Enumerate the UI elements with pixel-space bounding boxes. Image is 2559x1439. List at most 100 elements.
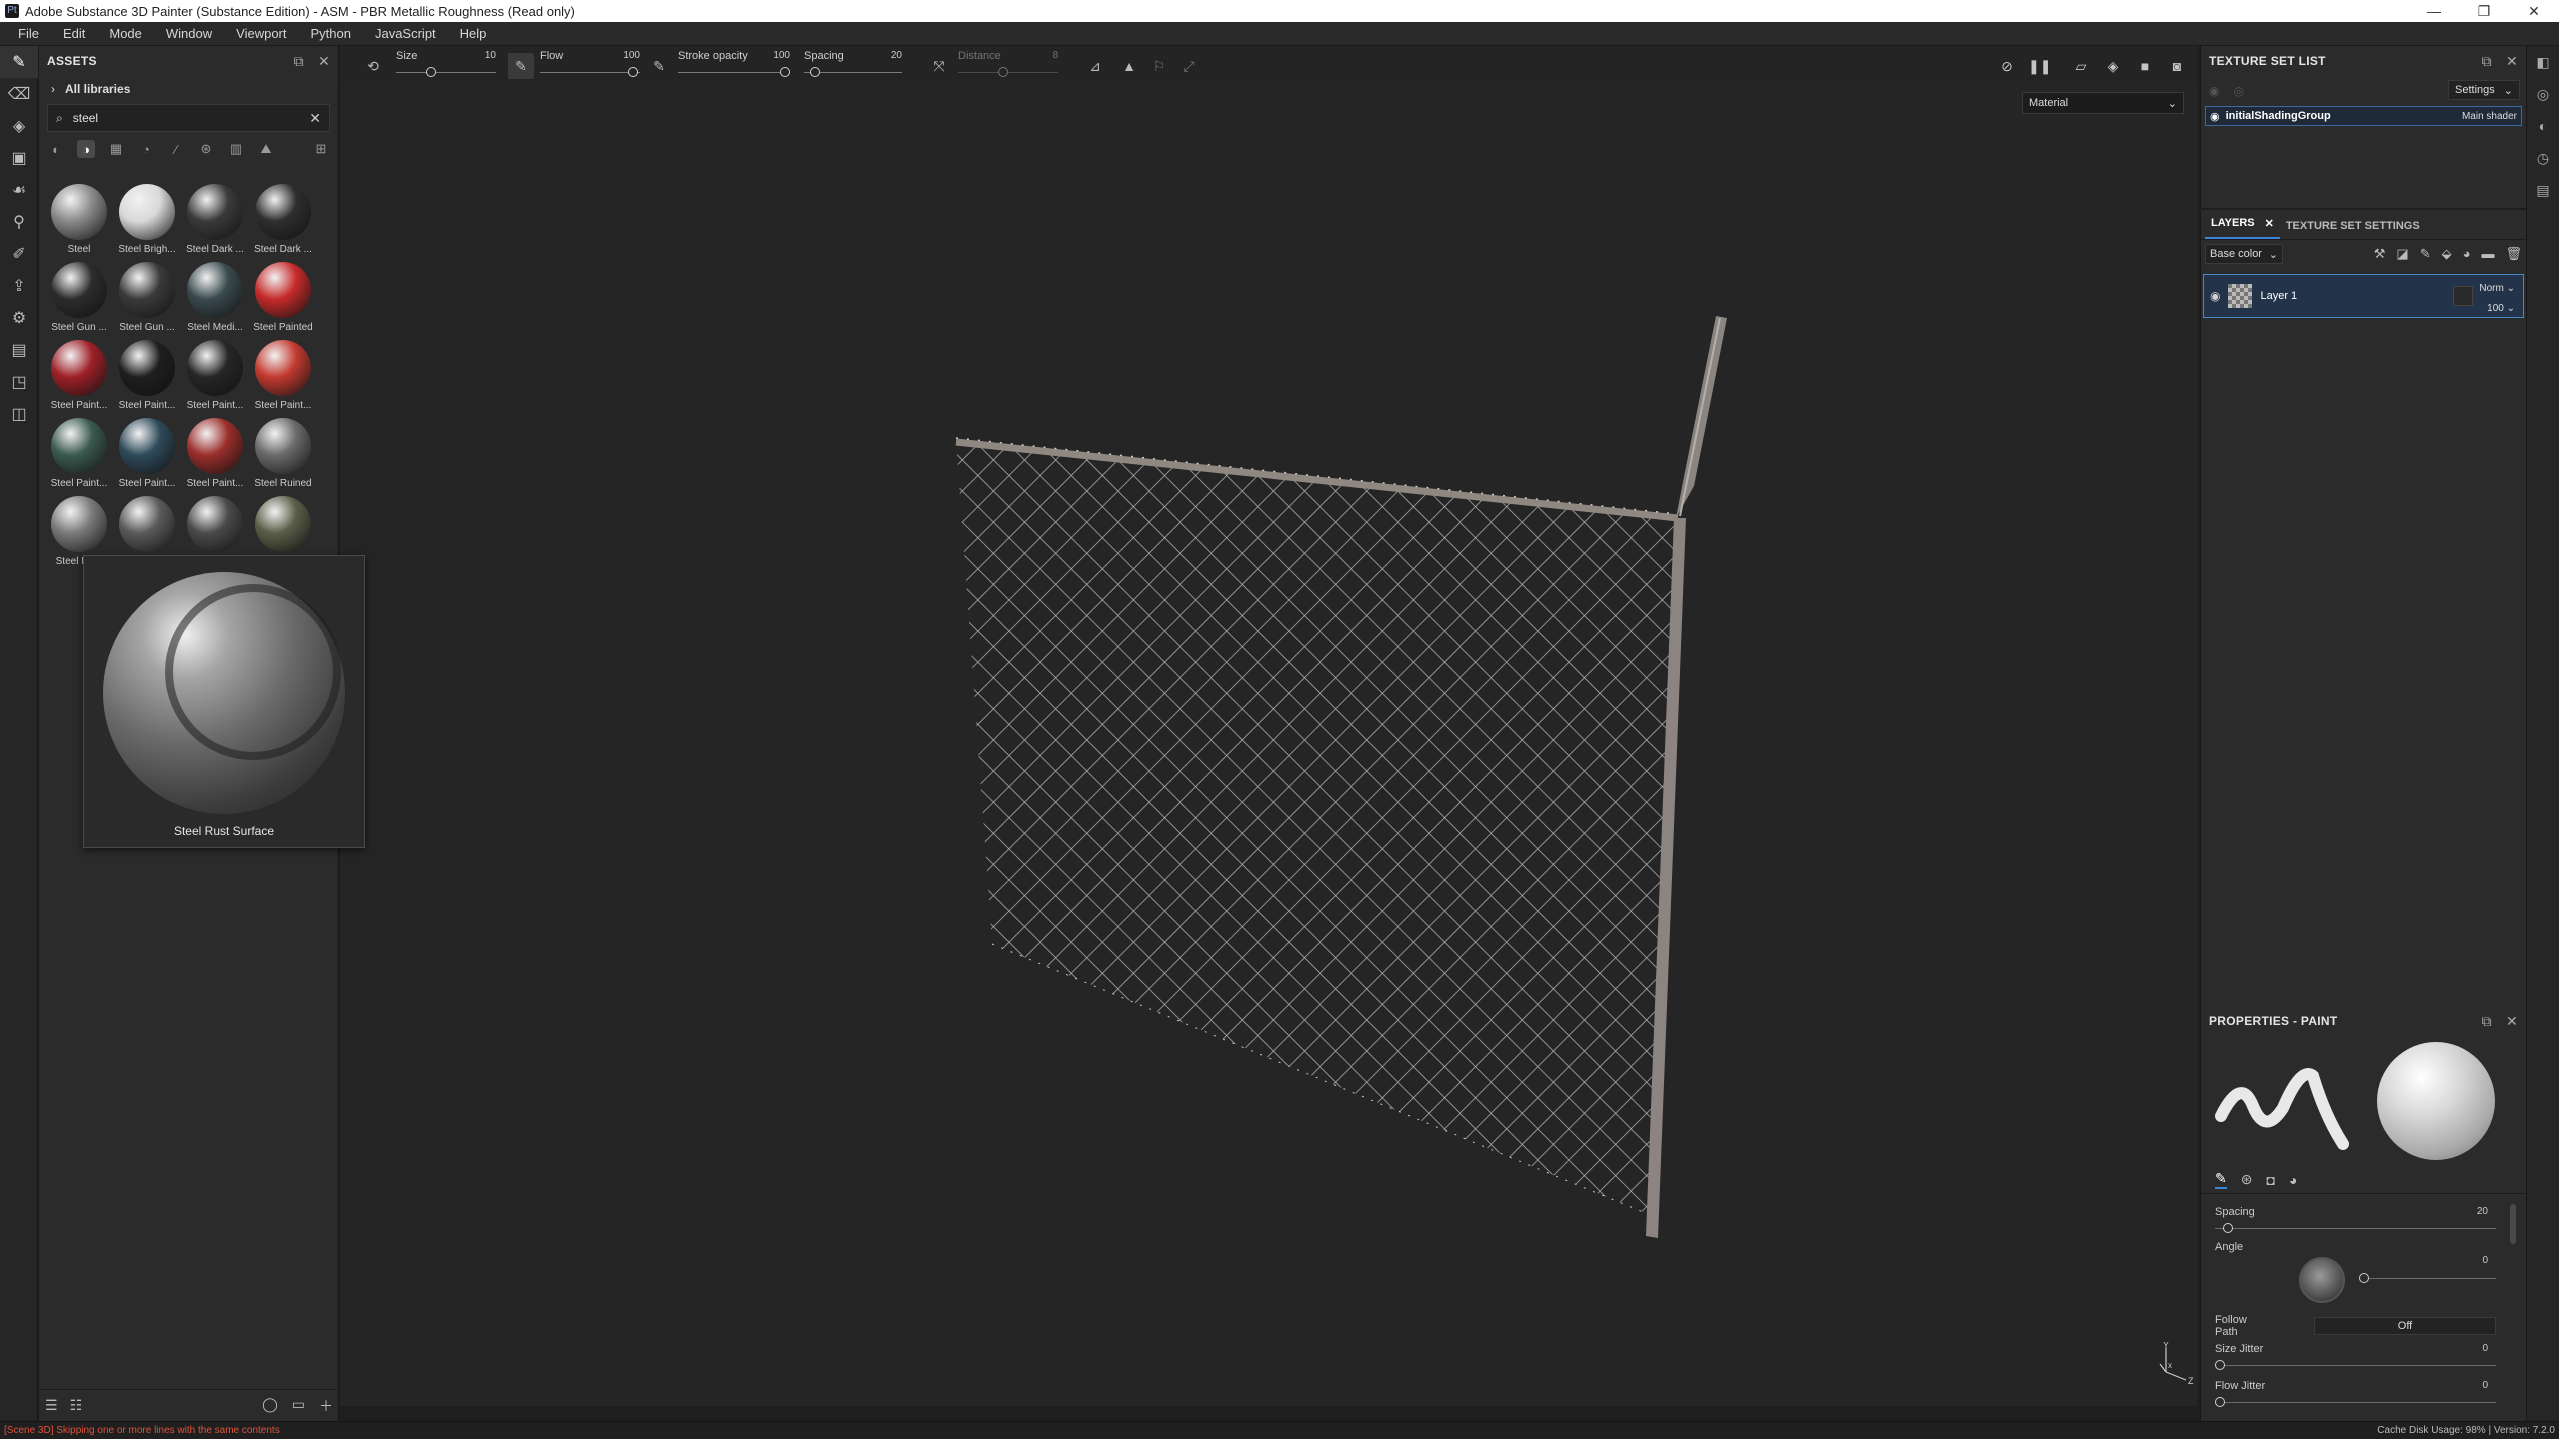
screenshot-icon[interactable]: ◙ xyxy=(2166,58,2188,74)
filter-environments-icon[interactable]: ⛰ xyxy=(257,140,275,158)
annotate-icon[interactable]: ◳ xyxy=(0,366,38,398)
display-settings-icon[interactable]: ◧ xyxy=(2527,46,2559,78)
menu-mode[interactable]: Mode xyxy=(97,26,154,41)
smudge-icon[interactable]: ☙ xyxy=(0,174,38,206)
settings-dropdown[interactable]: Settings ⌄ xyxy=(2448,80,2520,100)
alignment-icon[interactable]: ⊿ xyxy=(1082,53,1108,79)
asset-thumbnail[interactable]: Steel Paint... xyxy=(45,418,113,496)
follow-path-toggle[interactable]: Off xyxy=(2314,1317,2496,1335)
shader-name[interactable]: Main shader xyxy=(2462,111,2517,122)
alpha-tab-icon[interactable]: ⊛ xyxy=(2241,1171,2253,1188)
menu-window[interactable]: Window xyxy=(154,26,224,41)
follow-path-property[interactable]: Follow Path Off xyxy=(2201,1314,2526,1338)
flow-pressure-icon[interactable]: ✎ xyxy=(646,53,672,79)
tab-layers[interactable]: LAYERS ✕ xyxy=(2205,217,2280,239)
asset-thumbnail[interactable]: Steel Paint... xyxy=(113,340,181,418)
asset-thumbnail[interactable]: Steel xyxy=(45,184,113,262)
menu-javascript[interactable]: JavaScript xyxy=(363,26,448,41)
library-tree-item[interactable]: › All libraries xyxy=(39,76,338,102)
history-icon[interactable]: ◷ xyxy=(2527,142,2559,174)
close-panel-icon[interactable]: ✕ xyxy=(2506,53,2518,70)
camera-icon[interactable]: ■ xyxy=(2134,58,2156,74)
channel-dropdown[interactable]: Base color ⌄ xyxy=(2205,244,2283,264)
pause-icon[interactable]: ❚❚ xyxy=(2028,58,2051,75)
add-folder-icon[interactable]: ▬ xyxy=(2481,246,2494,262)
library-options-icon[interactable]: ☷ xyxy=(70,1397,83,1414)
filter-brushes-icon[interactable]: ⁄ xyxy=(167,140,185,158)
material-preview-ball[interactable] xyxy=(2377,1042,2495,1160)
layer-opacity-dropdown[interactable]: 100 ⌄ xyxy=(2479,299,2515,319)
add-paint-layer-icon[interactable]: ✎ xyxy=(2420,246,2431,262)
export-icon[interactable]: ◫ xyxy=(0,398,38,430)
geometry-mask-icon[interactable]: ⚙ xyxy=(0,302,38,334)
size-jitter-property[interactable]: Size Jitter 0 xyxy=(2201,1343,2526,1370)
mirror-icon[interactable]: ▲ xyxy=(1116,53,1142,79)
lazy-mouse-icon[interactable]: ⤧ xyxy=(926,53,952,79)
asset-thumbnail[interactable]: Steel Ruined xyxy=(249,418,317,496)
filter-textures-icon[interactable]: ▦ xyxy=(107,140,125,158)
asset-thumbnail[interactable]: Steel Dark ... xyxy=(181,184,249,262)
add-icon[interactable]: ＋ xyxy=(319,1396,333,1416)
brush-tab-icon[interactable]: ✎ xyxy=(2215,1170,2227,1189)
menu-help[interactable]: Help xyxy=(448,26,499,41)
layer-row[interactable]: ◉ Layer 1 Norm ⌄ 100 ⌄ xyxy=(2203,274,2524,318)
filter-smart-materials-icon[interactable]: ◑ xyxy=(77,140,95,158)
folder-icon[interactable]: ▭ xyxy=(292,1396,305,1416)
add-fill-layer-icon[interactable]: ⬙ xyxy=(2442,246,2452,262)
menu-viewport[interactable]: Viewport xyxy=(224,26,298,41)
float-panel-icon[interactable]: ⧉ xyxy=(2482,53,2492,70)
grid-view-icon[interactable]: ⊞ xyxy=(312,140,330,158)
view-3d-icon[interactable]: ◈ xyxy=(2102,58,2124,75)
projection-icon[interactable]: ◈ xyxy=(0,110,38,142)
filter-alphas-icon[interactable]: ▥ xyxy=(227,140,245,158)
float-panel-icon[interactable]: ⧉ xyxy=(2482,1013,2492,1030)
bake-icon[interactable]: ⇪ xyxy=(0,270,38,302)
log-icon[interactable]: ▤ xyxy=(2527,174,2559,206)
blend-mode-dropdown[interactable]: Norm ⌄ xyxy=(2479,279,2515,299)
clear-search-icon[interactable]: ✕ xyxy=(309,110,321,127)
color-picker-icon[interactable]: ✐ xyxy=(0,238,38,270)
asset-thumbnail[interactable]: Steel Brigh... xyxy=(113,184,181,262)
visibility-all-icon[interactable]: ◉ xyxy=(2209,84,2219,98)
size-slider[interactable]: Size 10 xyxy=(396,46,496,86)
angle-property[interactable]: Angle 0 xyxy=(2201,1241,2526,1303)
menu-edit[interactable]: Edit xyxy=(51,26,97,41)
view-2d-icon[interactable]: ▱ xyxy=(2070,58,2092,75)
properties-scrollbar[interactable] xyxy=(2510,1204,2516,1244)
filter-filters-icon[interactable]: ◔ xyxy=(137,140,155,158)
asset-thumbnail[interactable]: Steel Medi... xyxy=(181,262,249,340)
filter-materials-icon[interactable]: ◐ xyxy=(47,140,65,158)
stencil-tab-icon[interactable]: ◘ xyxy=(2266,1172,2274,1188)
eraser-icon[interactable]: ⌫ xyxy=(0,78,38,110)
pen-pressure-icon[interactable]: ✎ xyxy=(508,53,534,79)
spacing-slider[interactable]: Spacing 20 xyxy=(804,46,902,86)
asset-thumbnail[interactable]: Steel Paint... xyxy=(45,340,113,418)
distance-slider[interactable]: Distance 8 xyxy=(958,46,1058,86)
layer-mask-slot[interactable] xyxy=(2453,286,2473,306)
menu-file[interactable]: File xyxy=(6,26,51,41)
close-icon[interactable]: ✕ xyxy=(2509,0,2559,22)
filter-particles-icon[interactable]: ⊛ xyxy=(197,140,215,158)
brush-stroke-preview[interactable] xyxy=(2213,1046,2353,1156)
flow-jitter-property[interactable]: Flow Jitter 0 xyxy=(2201,1380,2526,1407)
eye-icon[interactable]: ◉ xyxy=(2210,289,2220,303)
close-panel-icon[interactable]: ✕ xyxy=(2506,1013,2518,1030)
transform-icon[interactable]: ⤢ xyxy=(1176,53,1202,79)
mirror-axis-icon[interactable]: ⚐ xyxy=(1146,53,1172,79)
tab-texture-set-settings[interactable]: TEXTURE SET SETTINGS xyxy=(2280,220,2426,239)
paint-brush-icon[interactable]: ✎ xyxy=(0,46,38,78)
spacing-property[interactable]: Spacing 20 xyxy=(2201,1206,2526,1233)
search-input[interactable]: steel xyxy=(73,111,300,125)
shader-settings-icon[interactable]: ◎ xyxy=(2527,78,2559,110)
symmetry-icon[interactable]: ⟲ xyxy=(360,53,386,79)
asset-thumbnail[interactable]: Steel Painted xyxy=(249,262,317,340)
clone-stamp-icon[interactable]: ⚲ xyxy=(0,206,38,238)
viewer-settings-icon[interactable]: ◐ xyxy=(2527,110,2559,142)
asset-thumbnail[interactable]: Steel Paint... xyxy=(181,340,249,418)
asset-thumbnail[interactable]: Steel Dark ... xyxy=(249,184,317,262)
asset-search[interactable]: ⌕ steel ✕ xyxy=(47,104,330,132)
close-tab-icon[interactable]: ✕ xyxy=(2265,217,2274,230)
flow-slider[interactable]: Flow 100 xyxy=(540,46,640,86)
viewport-3d[interactable]: Material ⌄ Y Z x xyxy=(340,86,2198,1406)
visibility-none-icon[interactable]: ◎ xyxy=(2233,84,2243,98)
